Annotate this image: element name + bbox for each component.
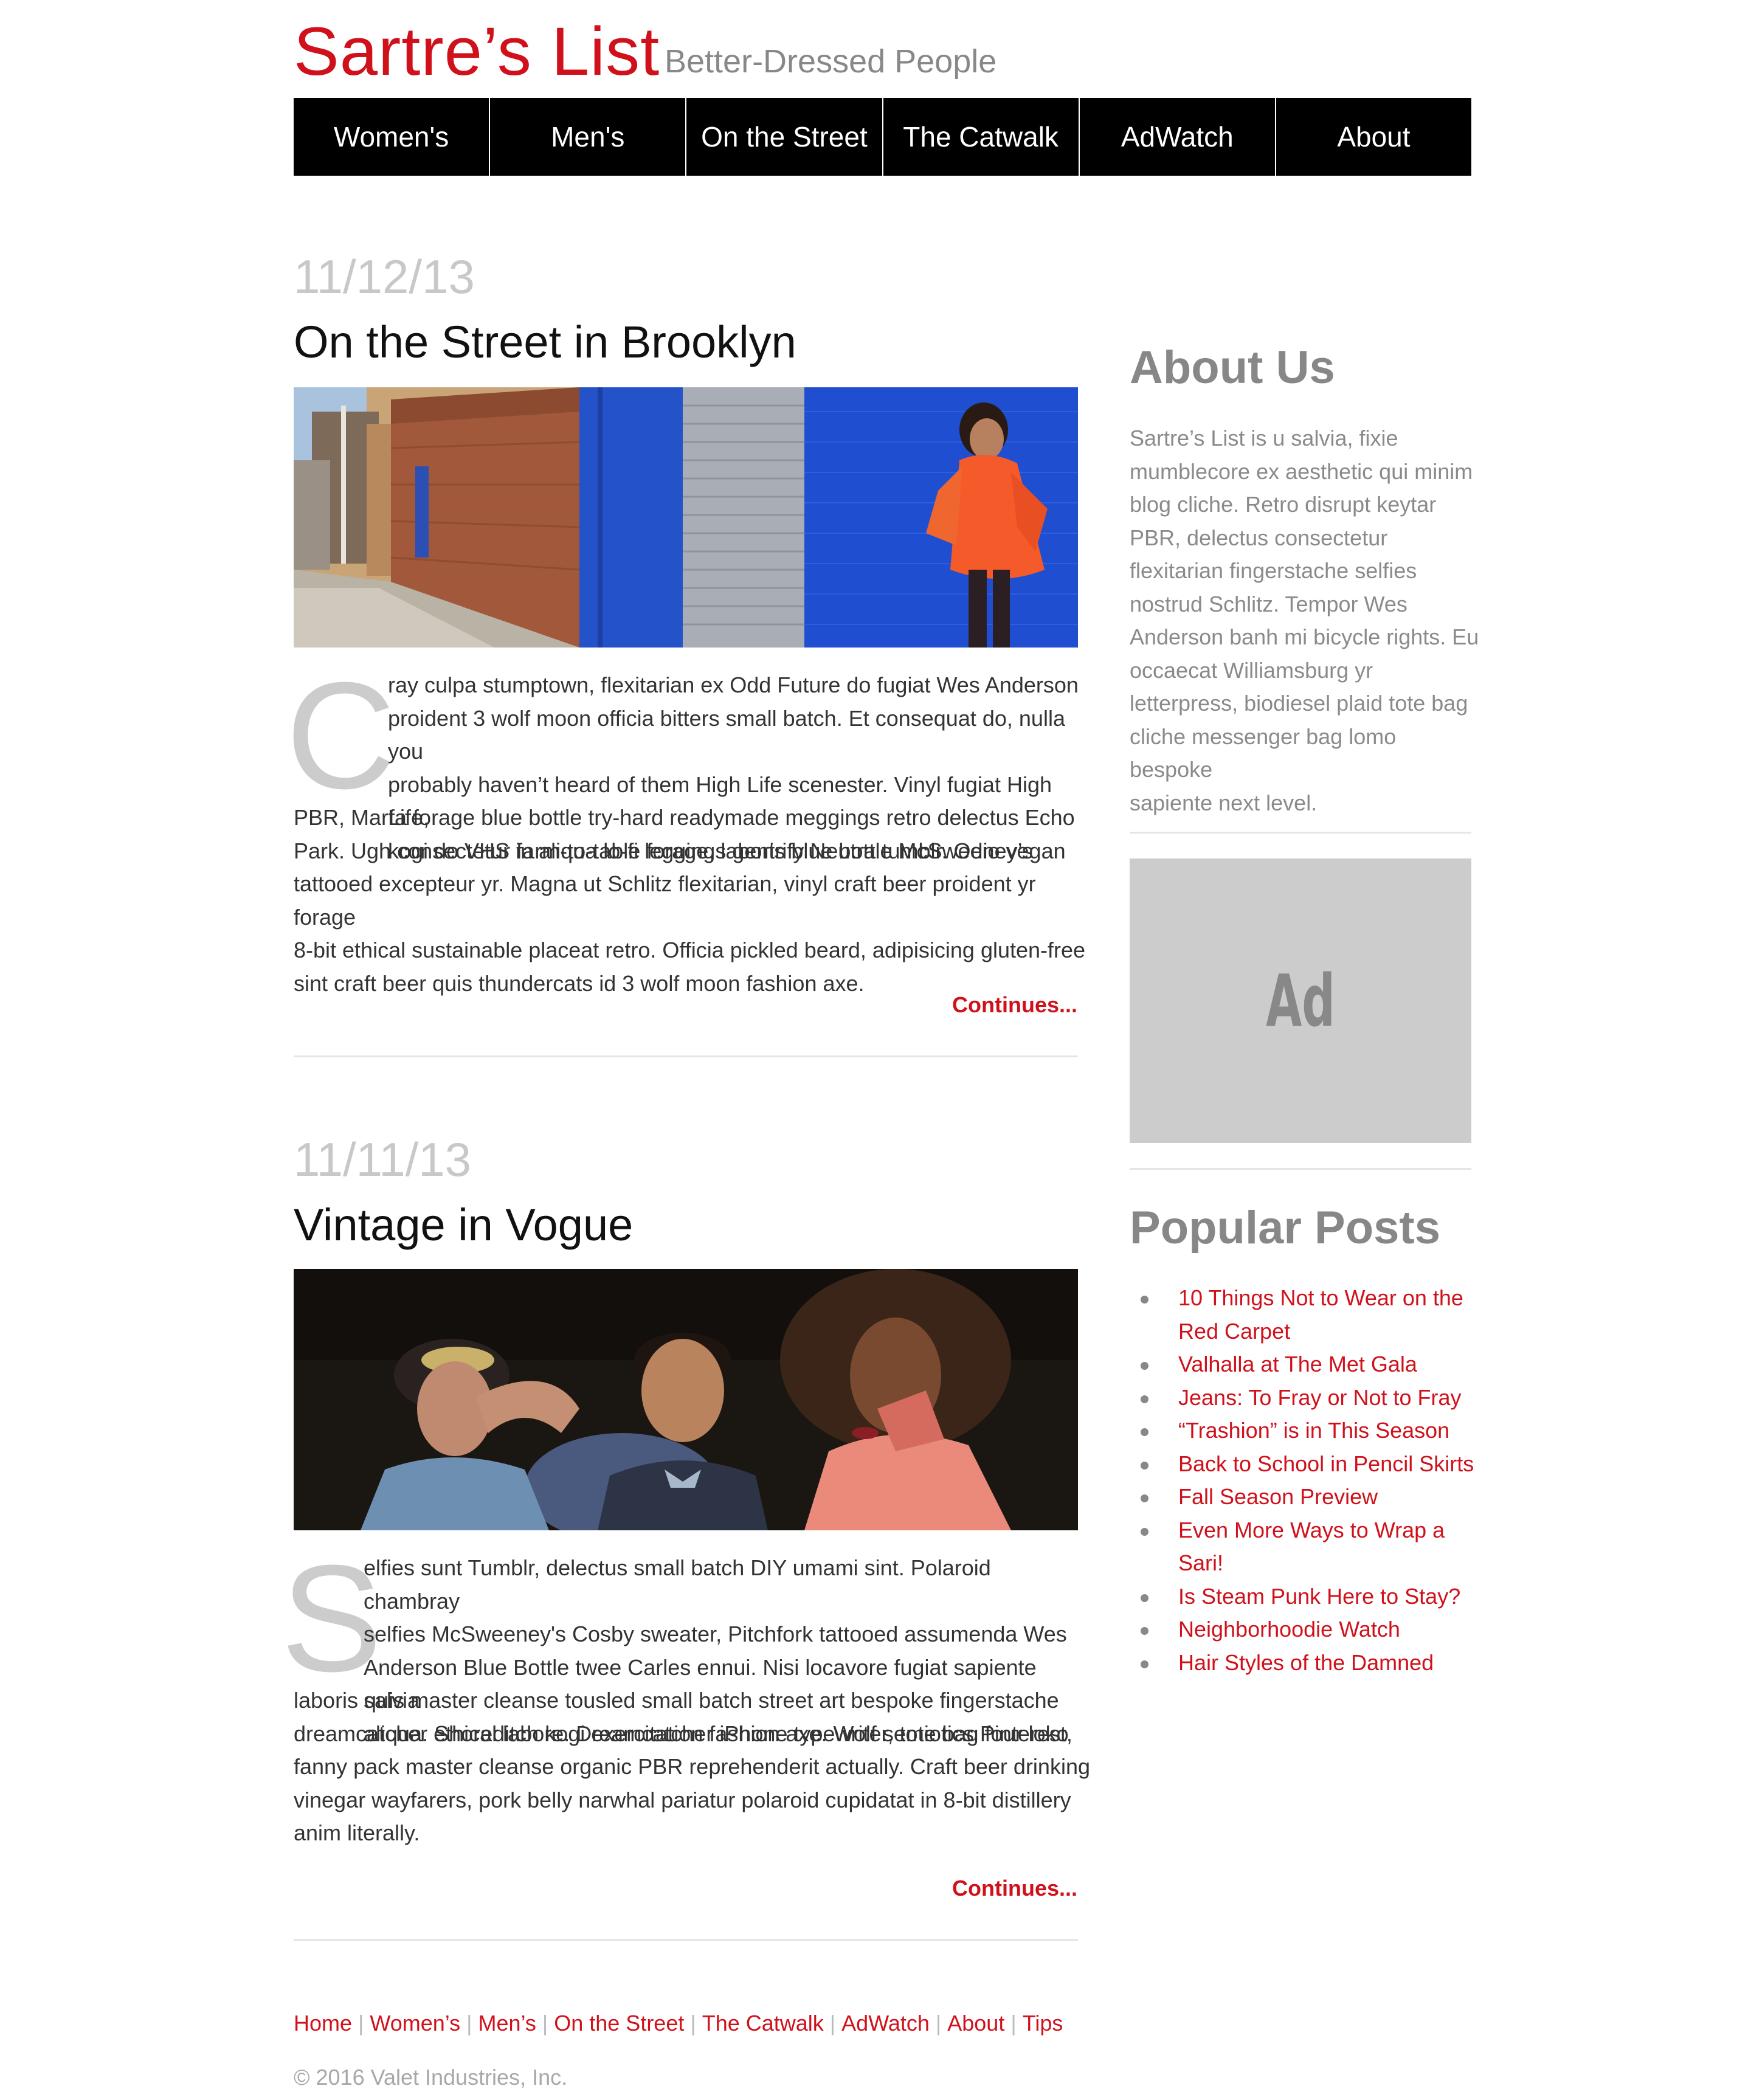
link-line[interactable]: Is Steam Punk Here to Stay? — [1178, 1580, 1482, 1614]
post-image-vintage-vogue[interactable] — [294, 1269, 1078, 1530]
link-line[interactable]: Hair Styles of the Damned — [1178, 1646, 1482, 1680]
footer-link-on-the-street[interactable]: On the Street — [554, 2011, 684, 2036]
text-line: cliche messenger bag lomo bespoke — [1130, 724, 1397, 782]
post-title[interactable]: Vintage in Vogue — [294, 1198, 633, 1252]
nav-item-mens[interactable]: Men's — [490, 98, 687, 176]
post-excerpt: PBR, Marfa forage blue bottle try-hard r… — [294, 801, 1090, 1000]
text-line: flexitarian fingerstache selfies — [1130, 558, 1417, 583]
footer-separator: | — [358, 2011, 364, 2036]
link-line[interactable]: Back to School in Pencil Skirts — [1178, 1448, 1482, 1481]
post-date: 11/12/13 — [294, 250, 475, 303]
nav-item-the-catwalk[interactable]: The Catwalk — [883, 98, 1080, 176]
popular-post-link[interactable]: 10 Things Not to Wear on the Red Carpet — [1130, 1282, 1482, 1348]
text-line: letterpress, biodiesel plaid tote bag — [1130, 691, 1468, 716]
text-line: tattooed excepteur yr. Magna ut Schlitz … — [294, 871, 1036, 930]
main-nav: Women's Men's On the Street The Catwalk … — [294, 98, 1471, 176]
text-line: Sartre’s List is u salvia, fixie — [1130, 426, 1398, 451]
continue-link[interactable]: Continues... — [952, 992, 1077, 1018]
site-tagline: Better-Dressed People — [665, 43, 997, 80]
divider — [1130, 832, 1471, 834]
link-line[interactable]: Valhalla at The Met Gala — [1178, 1348, 1482, 1381]
footer-separator: | — [935, 2011, 942, 2036]
nav-item-adwatch[interactable]: AdWatch — [1080, 98, 1276, 176]
post-dropcap: C — [286, 651, 396, 820]
link-line[interactable]: Neighborhoodie Watch — [1178, 1613, 1482, 1646]
divider — [294, 1055, 1078, 1057]
post-title[interactable]: On the Street in Brooklyn — [294, 315, 796, 370]
street-photo — [294, 387, 1078, 648]
link-line[interactable]: 10 Things Not to Wear on the — [1178, 1282, 1482, 1315]
footer-separator: | — [466, 2011, 472, 2036]
text-line: occaecat Williamsburg yr — [1130, 657, 1373, 683]
popular-post-link[interactable]: Is Steam Punk Here to Stay? — [1130, 1580, 1482, 1614]
footer-separator: | — [542, 2011, 548, 2036]
footer-link-about[interactable]: About — [947, 2011, 1004, 2036]
link-line[interactable]: Sari! — [1178, 1547, 1482, 1580]
footer-link-tips[interactable]: Tips — [1023, 2011, 1063, 2036]
site-title[interactable]: Sartre’s List — [294, 12, 660, 91]
post-image-brooklyn-street[interactable] — [294, 387, 1078, 648]
text-line: selfies McSweeney's Cosby sweater, Pitch… — [364, 1622, 1067, 1646]
text-line: Anderson banh mi bicycle rights. Eu — [1130, 624, 1479, 649]
popular-post-link[interactable]: Hair Styles of the Damned — [1130, 1646, 1482, 1680]
popular-posts-heading: Popular Posts — [1130, 1202, 1440, 1254]
text-line: PBR, delectus consectetur — [1130, 525, 1388, 550]
footer-separator: | — [829, 2011, 836, 2036]
divider — [294, 1939, 1078, 1941]
footer-separator: | — [690, 2011, 696, 2036]
text-line: proident 3 wolf moon officia bitters sma… — [388, 705, 1065, 764]
link-line[interactable]: Fall Season Preview — [1178, 1480, 1482, 1514]
popular-post-link[interactable]: Back to School in Pencil Skirts — [1130, 1448, 1482, 1481]
text-line: laboris quis master cleanse tousled smal… — [294, 1688, 1059, 1713]
about-text: Sartre’s List is u salvia, fixie mumblec… — [1130, 422, 1482, 820]
copyright: © 2016 Valet Industries, Inc. — [294, 2065, 568, 2090]
about-heading: About Us — [1130, 342, 1335, 393]
popular-post-link[interactable]: “Trashion” is in This Season — [1130, 1414, 1482, 1448]
footer-link-the-catwalk[interactable]: The Catwalk — [702, 2011, 824, 2036]
text-line: vinegar wayfarers, pork belly narwhal pa… — [294, 1787, 1071, 1812]
post-date: 11/11/13 — [294, 1133, 472, 1186]
continue-link[interactable]: Continues... — [952, 1876, 1077, 1901]
text-line: Park. Ugh consectetur farm-to-table fora… — [294, 838, 1033, 863]
nav-item-womens[interactable]: Women's — [294, 98, 491, 176]
popular-post-link[interactable]: Jeans: To Fray or Not to Fray — [1130, 1381, 1482, 1415]
footer-link-adwatch[interactable]: AdWatch — [841, 2011, 930, 2036]
text-line: PBR, Marfa forage blue bottle try-hard r… — [294, 805, 1075, 830]
text-line: sapiente next level. — [1130, 790, 1318, 815]
text-line: ray culpa stumptown, flexitarian ex Odd … — [388, 672, 1079, 697]
ad-label: Ad — [1266, 959, 1335, 1043]
popular-post-link[interactable]: Fall Season Preview — [1130, 1480, 1482, 1514]
text-line: anim literally. — [294, 1820, 420, 1845]
footer-nav: Home | Women’s | Men’s | On the Street | The Cat… — [294, 2007, 1063, 2040]
nav-item-on-the-street[interactable]: On the Street — [686, 98, 883, 176]
text-line: blog cliche. Retro disrupt keytar — [1130, 492, 1437, 517]
popular-post-link[interactable]: Neighborhoodie Watch — [1130, 1613, 1482, 1646]
text-line: fanny pack master cleanse organic PBR re… — [294, 1754, 1090, 1779]
post-excerpt: laboris quis master cleanse tousled smal… — [294, 1684, 1090, 1850]
popular-post-link[interactable]: Valhalla at The Met Gala — [1130, 1348, 1482, 1381]
text-line: mumblecore ex aesthetic qui minim — [1130, 458, 1473, 484]
divider — [1130, 1168, 1471, 1170]
ad-banner[interactable]: Ad — [1130, 858, 1471, 1143]
nav-item-about[interactable]: About — [1276, 98, 1471, 176]
footer-link-mens[interactable]: Men’s — [478, 2011, 536, 2036]
text-line: 8-bit ethical sustainable placeat retro.… — [294, 938, 1086, 962]
popular-posts-list: 10 Things Not to Wear on the Red Carpet V… — [1130, 1282, 1482, 1679]
text-line: nostrud Schlitz. Tempor Wes — [1130, 591, 1407, 617]
link-line[interactable]: “Trashion” is in This Season — [1178, 1414, 1482, 1448]
party-photo — [294, 1269, 1078, 1530]
text-line: dreamcatcher ethical labore. Dreamcatche… — [294, 1721, 1069, 1746]
text-line: elfies sunt Tumblr, delectus small batch… — [364, 1555, 991, 1614]
footer-link-home[interactable]: Home — [294, 2011, 352, 2036]
footer-link-womens[interactable]: Women’s — [370, 2011, 460, 2036]
link-line[interactable]: Red Carpet — [1178, 1315, 1482, 1349]
popular-post-link[interactable]: Even More Ways to Wrap a Sari! — [1130, 1514, 1482, 1580]
footer-separator: | — [1010, 2011, 1017, 2036]
link-line[interactable]: Jeans: To Fray or Not to Fray — [1178, 1381, 1482, 1415]
link-line[interactable]: Even More Ways to Wrap a — [1178, 1514, 1482, 1547]
